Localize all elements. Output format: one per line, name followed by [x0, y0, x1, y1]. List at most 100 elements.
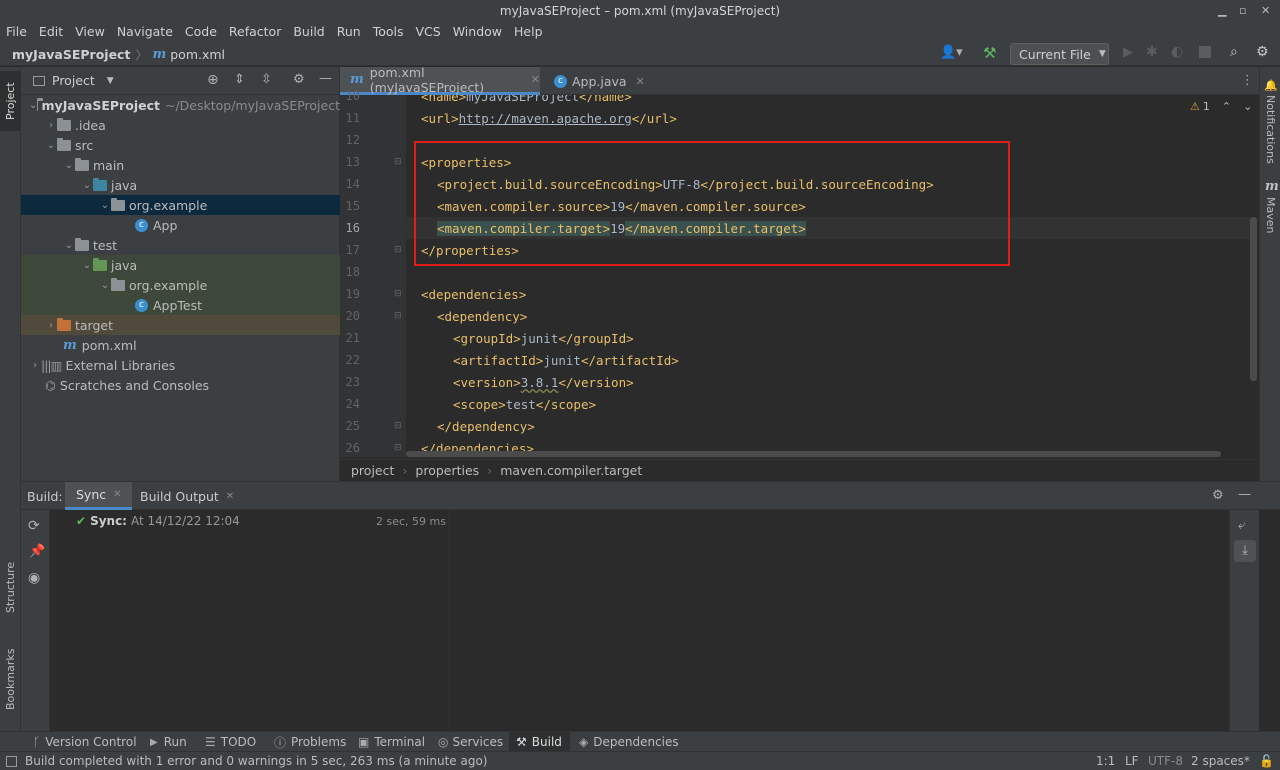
- hide-icon[interactable]: —: [319, 71, 332, 86]
- tab-pom-xml[interactable]: m pom.xml (myJavaSEProject) ✕: [340, 65, 540, 95]
- project-tool-tab[interactable]: Project: [0, 71, 21, 131]
- tab-version-control[interactable]: ᚴ Version Control: [33, 732, 137, 752]
- menu-vcs[interactable]: VCS: [410, 24, 447, 40]
- menu-refactor[interactable]: Refactor: [223, 24, 287, 40]
- menu-navigate[interactable]: Navigate: [111, 24, 179, 40]
- nav-project[interactable]: myJavaSEProject: [12, 47, 130, 62]
- minimize-icon[interactable]: ▁: [1218, 0, 1226, 22]
- inspection-widget[interactable]: ⚠ 1 ⌃ ⌄: [1190, 100, 1252, 113]
- coverage-icon[interactable]: ◐: [1171, 44, 1183, 60]
- menu-help[interactable]: Help: [508, 24, 549, 40]
- tree-item-pom[interactable]: m pom.xml: [21, 335, 340, 355]
- tree-item-app[interactable]: c App: [21, 215, 340, 235]
- tree-item-main[interactable]: ⌄ main: [21, 155, 340, 175]
- notifications-tool-tab[interactable]: Notifications: [1260, 95, 1280, 175]
- gear-icon[interactable]: ⚙: [293, 72, 305, 87]
- breadcrumb-item[interactable]: properties: [415, 463, 479, 478]
- chevron-up-icon[interactable]: ⌃: [1222, 100, 1231, 113]
- breadcrumb-item[interactable]: project: [351, 463, 394, 478]
- code-token: <url>: [421, 111, 459, 126]
- refresh-icon[interactable]: ⟳: [28, 518, 40, 534]
- tree-item-main-package[interactable]: ⌄ org.example: [21, 195, 340, 215]
- tab-problems[interactable]: ⓘ Problems: [274, 732, 346, 752]
- breadcrumb-item[interactable]: maven.compiler.target: [500, 463, 642, 478]
- gear-icon[interactable]: ⚙: [1212, 488, 1224, 503]
- tab-app-java[interactable]: c App.java ✕: [550, 67, 650, 95]
- maximize-icon[interactable]: ▫: [1239, 0, 1246, 22]
- tree-item-test-java[interactable]: ⌄ java: [21, 255, 340, 275]
- run-config-select[interactable]: Current File ▼: [1010, 43, 1109, 65]
- vertical-scrollbar[interactable]: [1250, 217, 1257, 381]
- tree-item-idea[interactable]: › .idea: [21, 115, 340, 135]
- menu-view[interactable]: View: [69, 24, 111, 40]
- file-encoding[interactable]: UTF-8: [1148, 754, 1183, 768]
- code-link[interactable]: http://maven.apache.org: [459, 111, 632, 126]
- expand-all-icon[interactable]: ⇕: [234, 72, 245, 87]
- tab-build[interactable]: ⚒ Build: [509, 732, 570, 752]
- indent-setting[interactable]: 2 spaces*: [1191, 754, 1250, 768]
- menu-tools[interactable]: Tools: [367, 24, 410, 40]
- menu-window[interactable]: Window: [447, 24, 508, 40]
- menu-build[interactable]: Build: [287, 24, 330, 40]
- tree-item-test[interactable]: ⌄ test: [21, 235, 340, 255]
- tree-item-main-java[interactable]: ⌄ java: [21, 175, 340, 195]
- settings-icon[interactable]: ⚙: [1256, 44, 1269, 60]
- caret-position[interactable]: 1:1: [1096, 754, 1115, 768]
- horizontal-scrollbar[interactable]: [406, 451, 1221, 457]
- search-icon[interactable]: ⌕: [1230, 44, 1238, 60]
- chevron-down-icon[interactable]: ▼: [107, 76, 114, 86]
- debug-icon[interactable]: ✱: [1146, 44, 1158, 60]
- run-icon[interactable]: ▶: [1123, 45, 1133, 60]
- status-message[interactable]: Build completed with 1 error and 0 warni…: [25, 754, 488, 768]
- source-folder-icon: [93, 177, 107, 191]
- close-icon[interactable]: ✕: [1261, 0, 1270, 22]
- tree-item-src[interactable]: ⌄ src: [21, 135, 340, 155]
- stop-icon[interactable]: [1199, 46, 1211, 58]
- bookmarks-tool-tab[interactable]: Bookmarks: [0, 637, 21, 722]
- tree-item-external-libraries[interactable]: › |||▥ External Libraries: [21, 355, 340, 375]
- tab-build-output[interactable]: Build Output ✕: [137, 482, 234, 510]
- menu-code[interactable]: Code: [179, 24, 223, 40]
- hide-icon[interactable]: —: [1238, 487, 1251, 502]
- nav-file[interactable]: pom.xml: [170, 47, 225, 62]
- close-icon[interactable]: ✕: [113, 489, 121, 500]
- tab-terminal[interactable]: ▣ Terminal: [358, 732, 425, 752]
- menu-file[interactable]: File: [0, 24, 33, 40]
- collapse-all-icon[interactable]: ⇳: [261, 72, 272, 87]
- tab-todo[interactable]: ☰ TODO: [205, 732, 256, 752]
- close-icon[interactable]: ✕: [531, 73, 540, 86]
- eye-icon[interactable]: ◉: [28, 570, 40, 586]
- hammer-icon[interactable]: ⚒: [983, 44, 996, 62]
- tree-item-scratches[interactable]: ⌬ Scratches and Consoles: [21, 375, 340, 395]
- locate-icon[interactable]: ⊕: [207, 72, 219, 88]
- status-panel-icon[interactable]: [6, 755, 17, 767]
- tree-label: External Libraries: [65, 357, 176, 373]
- tab-run[interactable]: ▶ Run: [150, 732, 187, 752]
- lock-icon[interactable]: 🔓: [1259, 754, 1274, 768]
- tab-services[interactable]: ◎ Services: [438, 732, 503, 752]
- maven-tool-tab[interactable]: Maven: [1260, 197, 1280, 242]
- project-view-label[interactable]: Project: [52, 73, 95, 88]
- user-icon[interactable]: 👤▾: [940, 45, 963, 60]
- more-icon[interactable]: ⋮: [1241, 73, 1254, 88]
- bell-icon: 🔔: [1264, 79, 1278, 92]
- structure-tool-tab[interactable]: Structure: [0, 547, 21, 627]
- close-icon[interactable]: ✕: [226, 491, 234, 502]
- tab-sync[interactable]: Sync ✕: [65, 482, 132, 510]
- tab-dependencies[interactable]: ◈ Dependencies: [579, 732, 679, 752]
- tree-item-apptest[interactable]: c AppTest: [21, 295, 340, 315]
- close-icon[interactable]: ✕: [636, 75, 645, 88]
- chevron-right-icon: ›: [49, 119, 53, 131]
- tree-item-test-package[interactable]: ⌄ org.example: [21, 275, 340, 295]
- line-separator[interactable]: LF: [1125, 754, 1139, 768]
- chevron-down-icon[interactable]: ⌄: [1243, 100, 1252, 113]
- scroll-to-end-icon[interactable]: ⤓: [1234, 540, 1256, 562]
- pin-icon[interactable]: 📌: [29, 544, 45, 559]
- tree-item-root[interactable]: ⌄ myJavaSEProject ~/Desktop/myJavaSEProj…: [21, 95, 340, 115]
- warning-icon: ⚠: [1190, 100, 1200, 113]
- tree-item-target[interactable]: › target: [21, 315, 340, 335]
- soft-wrap-icon[interactable]: ⤶: [1238, 518, 1245, 533]
- sync-row[interactable]: ✔ Sync: At 14/12/22 12:04 2 sec, 59 ms: [76, 514, 446, 528]
- menu-run[interactable]: Run: [331, 24, 367, 40]
- menu-edit[interactable]: Edit: [33, 24, 69, 40]
